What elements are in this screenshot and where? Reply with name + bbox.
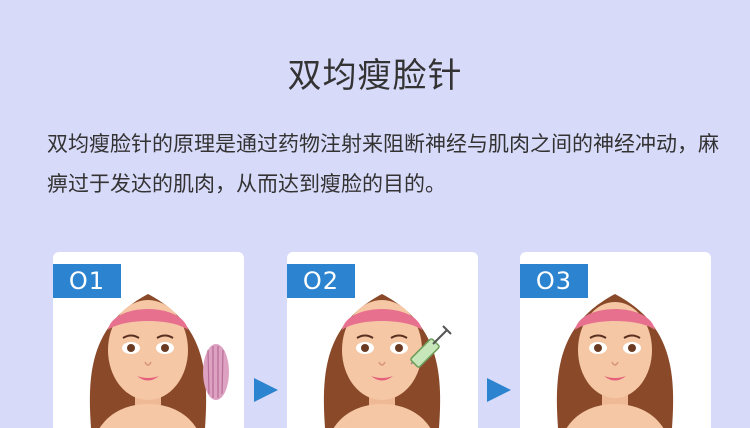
- step-card-1: O1: [53, 252, 244, 428]
- page-title: 双均瘦脸针: [287, 56, 463, 96]
- muscle-icon: [203, 344, 229, 400]
- step-badge-1: O1: [53, 264, 121, 298]
- arrow-right-icon: [487, 378, 511, 402]
- description-text: 双均瘦脸针的原理是通过药物注射来阻断神经与肌肉之间的神经冲动，麻痹过于发达的肌肉…: [47, 132, 719, 196]
- step-card-2: O2: [287, 252, 478, 428]
- step-badge-3: O3: [520, 264, 588, 298]
- arrow-right-icon: [254, 378, 278, 402]
- step-card-3: O3: [520, 252, 711, 428]
- step-badge-2: O2: [287, 264, 355, 298]
- page: 双均瘦脸针 双均瘦脸针的原理是通过药物注射来阻断神经与肌肉之间的神经冲动，麻痹过…: [0, 0, 750, 428]
